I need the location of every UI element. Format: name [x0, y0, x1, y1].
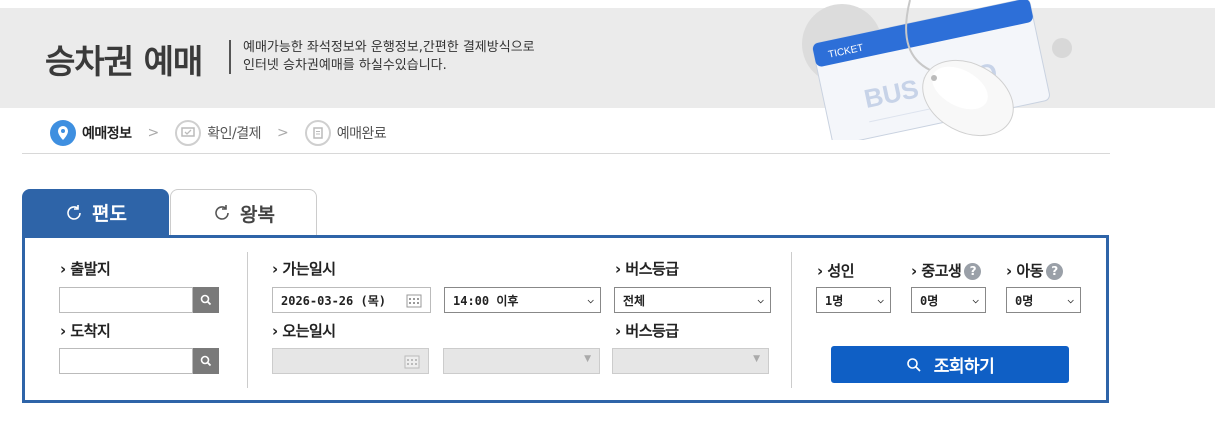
bus-class-select[interactable]: 전체 ⌵	[614, 287, 771, 313]
return-bus-class-select[interactable]: ▼	[612, 348, 769, 374]
calendar-icon[interactable]	[406, 294, 422, 308]
calendar-icon	[404, 355, 420, 369]
departure-input[interactable]	[59, 287, 193, 313]
chevron-down-icon: ⌵	[587, 293, 594, 306]
search-icon	[200, 355, 212, 367]
student-label-text: 중고생	[921, 262, 962, 280]
bus-class-value: 전체	[623, 293, 646, 308]
section-divider	[247, 252, 248, 388]
chevron-down-icon: ⌵	[757, 293, 764, 306]
departure-time-select[interactable]: 14:00 이후 ⌵	[444, 287, 601, 313]
help-icon[interactable]: ?	[1046, 263, 1064, 280]
location-pin-icon	[50, 120, 76, 146]
child-value: 0명	[1015, 293, 1034, 308]
return-time-select[interactable]: ▼	[443, 348, 600, 374]
search-form-panel: 출발지 도착지 가는일시 2026-03-26 (목) 14:00 이후 ⌵ 버…	[22, 235, 1109, 403]
return-date-label: 오는일시	[272, 320, 336, 341]
chevron-right-icon: >	[147, 125, 160, 141]
child-label: 아동?	[1006, 260, 1064, 281]
booking-steps: 예매정보 > 확인/결제 > 예매완료	[50, 119, 387, 147]
refresh-icon	[67, 204, 81, 220]
adult-label: 성인	[817, 260, 854, 281]
section-divider	[791, 252, 792, 388]
step-label: 확인/결제	[207, 126, 262, 142]
adult-select[interactable]: 1명 ⌵	[816, 287, 891, 313]
chevron-down-icon: ▼	[753, 354, 760, 364]
title-divider	[229, 40, 231, 74]
search-icon	[200, 294, 212, 306]
chevron-right-icon: >	[277, 125, 289, 141]
tab-label: 왕복	[240, 203, 275, 226]
student-label: 중고생?	[911, 260, 982, 281]
step-booking-info: 예매정보	[50, 120, 132, 146]
departure-search-button[interactable]	[193, 287, 219, 313]
steps-divider	[22, 153, 1110, 154]
description-line-2: 인터넷 승차권예매를 하실수있습니다.	[243, 58, 447, 73]
search-button-label: 조회하기	[933, 357, 995, 377]
child-label-text: 아동	[1016, 262, 1044, 280]
departure-date-input[interactable]: 2026-03-26 (목)	[272, 287, 431, 313]
help-icon[interactable]: ?	[964, 263, 982, 280]
tab-one-way[interactable]: 편도	[22, 189, 169, 236]
child-select[interactable]: 0명 ⌵	[1006, 287, 1081, 313]
return-date-input[interactable]	[272, 348, 429, 374]
page-description: 예매가능한 좌석정보와 운행정보,간편한 결제방식으로 인터넷 승차권예매를 하…	[243, 39, 535, 75]
arrival-search-button[interactable]	[193, 348, 219, 374]
ticket-mouse-illustration: TICKET BUS TAGO	[802, 0, 1072, 140]
step-booking-complete: 예매완료	[304, 120, 387, 146]
student-select[interactable]: 0명 ⌵	[911, 287, 986, 313]
chevron-down-icon: ⌵	[972, 293, 979, 306]
student-value: 0명	[920, 293, 939, 308]
search-button[interactable]: 조회하기	[831, 346, 1069, 383]
check-monitor-icon	[175, 120, 202, 146]
document-icon	[304, 120, 331, 146]
chevron-down-icon: ⌵	[1067, 293, 1074, 306]
return-bus-class-label: 버스등급	[615, 320, 679, 341]
tab-round-trip[interactable]: 왕복	[170, 189, 317, 236]
page-title: 승차권 예매	[45, 42, 203, 81]
refresh-icon	[215, 205, 229, 220]
departure-label: 출발지	[60, 258, 110, 279]
departure-date-label: 가는일시	[272, 258, 336, 279]
adult-value: 1명	[825, 293, 844, 308]
description-line-1: 예매가능한 좌석정보와 운행정보,간편한 결제방식으로	[243, 40, 535, 55]
step-confirm-payment: 확인/결제	[175, 120, 262, 146]
step-label: 예매정보	[82, 126, 132, 142]
step-label: 예매완료	[336, 126, 387, 142]
arrival-label: 도착지	[60, 320, 110, 341]
departure-date-value: 2026-03-26 (목)	[281, 293, 386, 308]
search-icon	[906, 357, 921, 372]
bus-class-label: 버스등급	[615, 258, 679, 279]
departure-time-value: 14:00 이후	[453, 293, 519, 308]
arrival-input[interactable]	[59, 348, 193, 374]
tab-label: 편도	[92, 203, 127, 225]
chevron-down-icon: ▼	[584, 354, 591, 364]
chevron-down-icon: ⌵	[877, 293, 884, 306]
